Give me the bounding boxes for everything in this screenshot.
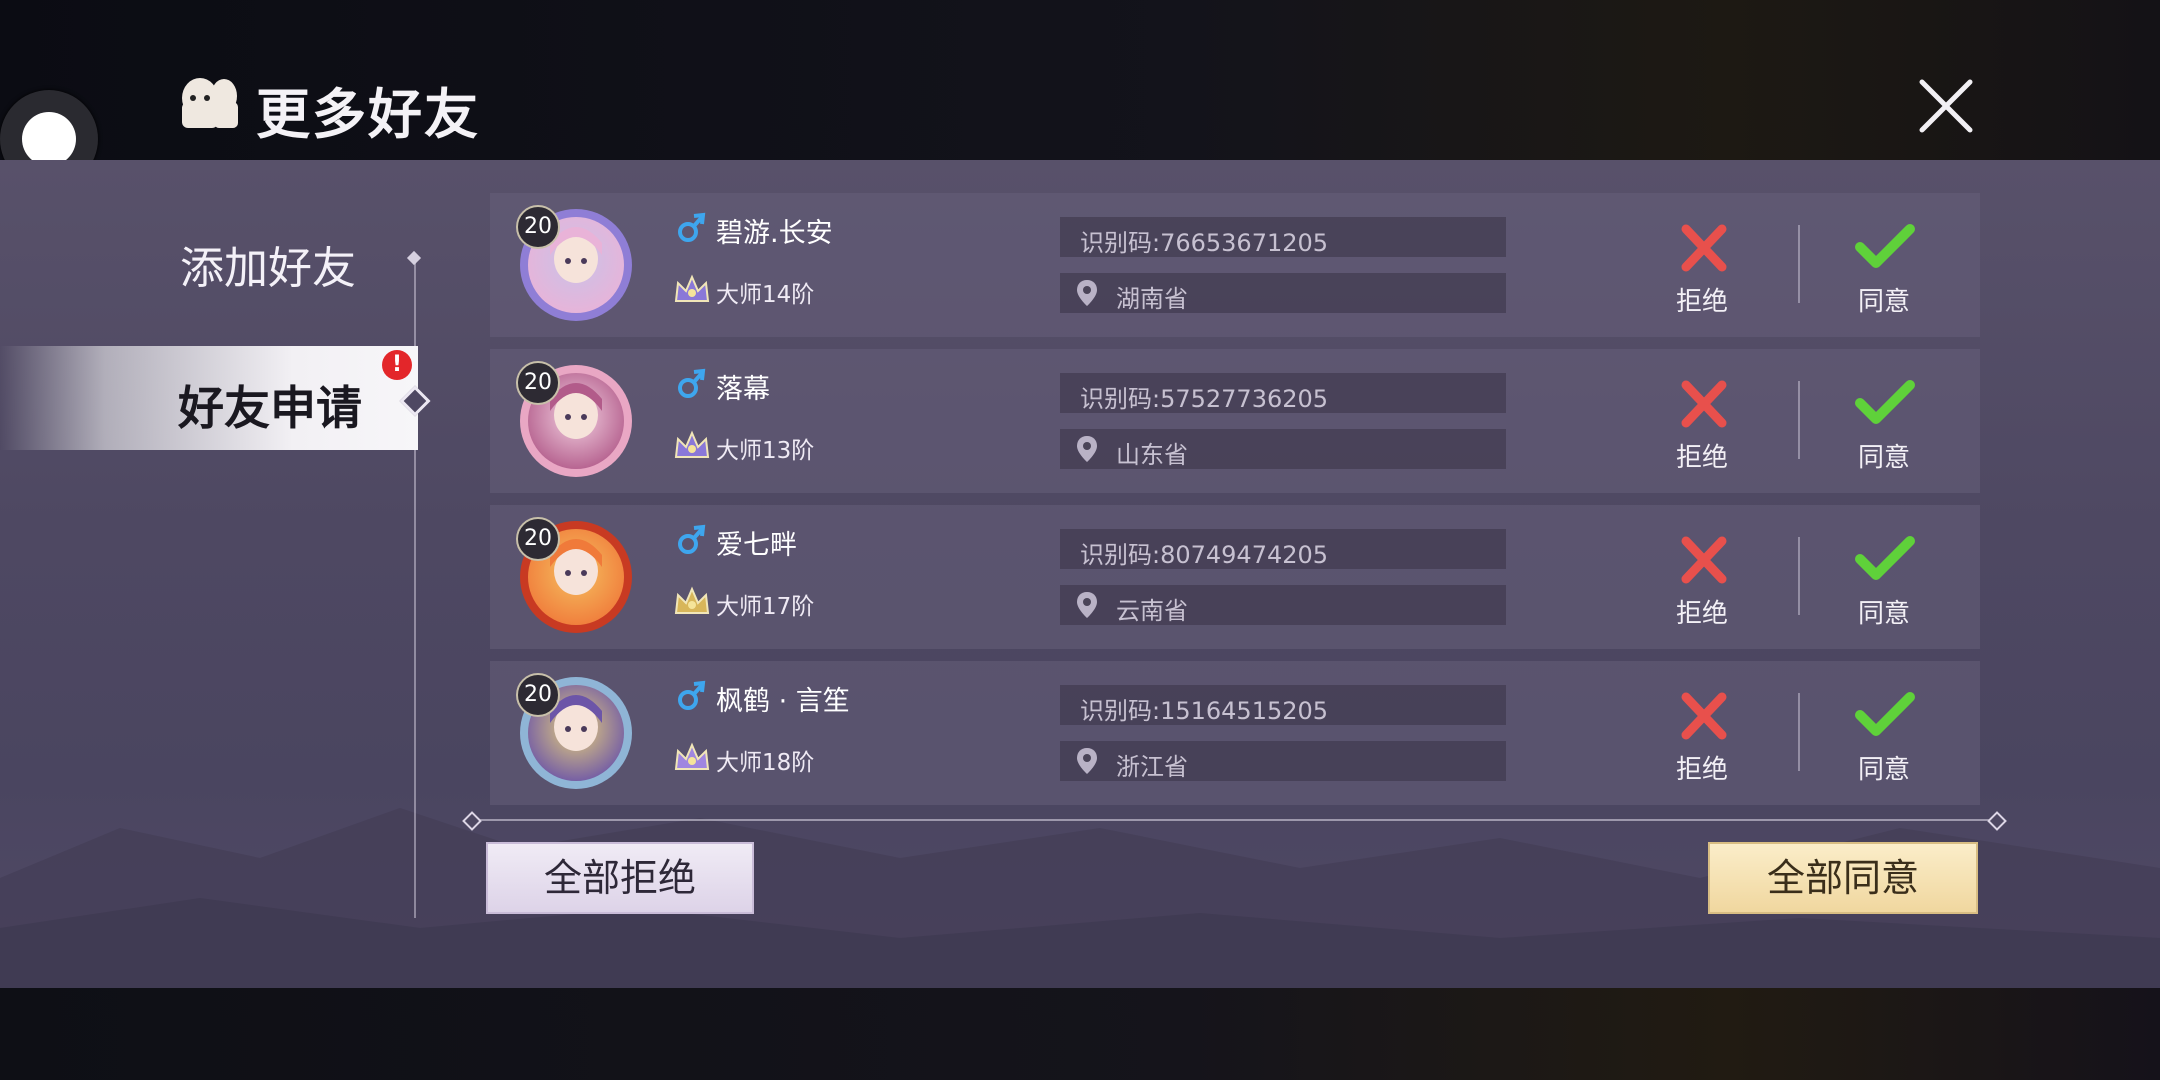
location-pin-icon xyxy=(1077,436,1097,462)
friend-request-row: 20 落幕 大师13阶 识别码:57527736205 山东省 拒绝 同意 xyxy=(490,349,1980,493)
reject-label: 拒绝 xyxy=(1675,599,1728,629)
player-name: 碧游.长安 xyxy=(716,218,833,249)
accept-check-icon xyxy=(1855,224,1915,268)
level-badge: 20 xyxy=(516,361,560,405)
level-badge: 20 xyxy=(516,517,560,561)
footer-divider xyxy=(470,819,1996,821)
reject-x-icon xyxy=(1681,224,1727,272)
id-code: 识别码:15164515205 xyxy=(1080,697,1329,725)
id-code-field: 识别码:15164515205 xyxy=(1060,685,1506,725)
rank-crown-icon xyxy=(674,430,710,458)
id-code-field: 识别码:80749474205 xyxy=(1060,529,1506,569)
player-name: 枫鹤 · 言笙 xyxy=(716,686,850,717)
rank-label: 大师17阶 xyxy=(716,594,815,620)
friend-request-row: 20 爱七畔 大师17阶 识别码:80749474205 云南省 拒绝 同意 xyxy=(490,505,1980,649)
accept-button[interactable]: 同意 xyxy=(1842,691,1926,791)
location-field: 湖南省 xyxy=(1060,273,1506,313)
male-gender-icon xyxy=(678,680,706,710)
accept-all-button[interactable]: 全部同意 xyxy=(1708,842,1978,914)
button-divider xyxy=(1798,693,1800,771)
accept-button[interactable]: 同意 xyxy=(1842,535,1926,635)
reject-x-icon xyxy=(1681,536,1727,584)
location-pin-icon xyxy=(1077,748,1097,774)
location-pin-icon xyxy=(1077,280,1097,306)
reject-button[interactable]: 拒绝 xyxy=(1660,379,1744,479)
accept-label: 同意 xyxy=(1857,443,1910,473)
id-code: 识别码:76653671205 xyxy=(1080,229,1329,257)
reject-label: 拒绝 xyxy=(1675,287,1728,317)
location-field: 云南省 xyxy=(1060,585,1506,625)
id-code: 识别码:57527736205 xyxy=(1080,385,1329,413)
accept-button[interactable]: 同意 xyxy=(1842,379,1926,479)
male-gender-icon xyxy=(678,368,706,398)
friend-request-row: 20 枫鹤 · 言笙 大师18阶 识别码:15164515205 浙江省 拒绝 … xyxy=(490,661,1980,805)
accept-check-icon xyxy=(1855,380,1915,424)
location-text: 浙江省 xyxy=(1116,753,1188,781)
id-code-field: 识别码:76653671205 xyxy=(1060,217,1506,257)
reject-button[interactable]: 拒绝 xyxy=(1660,691,1744,791)
button-divider xyxy=(1798,225,1800,303)
accept-check-icon xyxy=(1855,536,1915,580)
tab-friend-requests[interactable]: 好友申请 xyxy=(0,346,431,450)
reject-button[interactable]: 拒绝 xyxy=(1660,223,1744,323)
id-code: 识别码:80749474205 xyxy=(1080,541,1329,569)
level-badge: 20 xyxy=(516,205,560,249)
reject-label: 拒绝 xyxy=(1675,443,1728,473)
location-pin-icon xyxy=(1077,592,1097,618)
reject-x-icon xyxy=(1681,380,1727,428)
close-icon[interactable] xyxy=(1916,76,1976,136)
accept-label: 同意 xyxy=(1857,755,1910,785)
accept-check-icon xyxy=(1855,692,1915,736)
notification-badge: ! xyxy=(382,350,412,380)
level-badge: 20 xyxy=(516,673,560,717)
page-title: 更多好友 xyxy=(256,83,480,146)
floating-dot-icon xyxy=(22,112,76,166)
accept-label: 同意 xyxy=(1857,287,1910,317)
location-text: 山东省 xyxy=(1116,441,1188,469)
rank-label: 大师13阶 xyxy=(716,438,815,464)
location-field: 山东省 xyxy=(1060,429,1506,469)
friend-request-row: 20 碧游.长安 大师14阶 识别码:76653671205 湖南省 拒绝 同意 xyxy=(490,193,1980,337)
tab-friend-requests-label: 好友申请 xyxy=(178,381,362,435)
header-bar: 更多好友 xyxy=(0,0,2160,160)
accept-button[interactable]: 同意 xyxy=(1842,223,1926,323)
reject-x-icon xyxy=(1681,692,1727,740)
button-divider xyxy=(1798,381,1800,459)
reject-button[interactable]: 拒绝 xyxy=(1660,535,1744,635)
male-gender-icon xyxy=(678,524,706,554)
location-text: 云南省 xyxy=(1116,597,1188,625)
friends-icon xyxy=(182,78,238,128)
rank-label: 大师14阶 xyxy=(716,282,815,308)
reject-all-button[interactable]: 全部拒绝 xyxy=(486,842,754,914)
accept-label: 同意 xyxy=(1857,599,1910,629)
rank-crown-icon xyxy=(674,742,710,770)
location-field: 浙江省 xyxy=(1060,741,1506,781)
button-divider xyxy=(1798,537,1800,615)
male-gender-icon xyxy=(678,212,706,242)
player-name: 爱七畔 xyxy=(716,530,797,561)
tab-add-friend[interactable]: 添加好友 xyxy=(180,232,356,296)
rank-crown-icon xyxy=(674,274,710,302)
id-code-field: 识别码:57527736205 xyxy=(1060,373,1506,413)
player-name: 落幕 xyxy=(716,374,770,405)
reject-label: 拒绝 xyxy=(1675,755,1728,785)
rank-crown-icon xyxy=(674,586,710,614)
rank-label: 大师18阶 xyxy=(716,750,815,776)
bottom-strip xyxy=(0,988,2160,1080)
location-text: 湖南省 xyxy=(1116,285,1188,313)
